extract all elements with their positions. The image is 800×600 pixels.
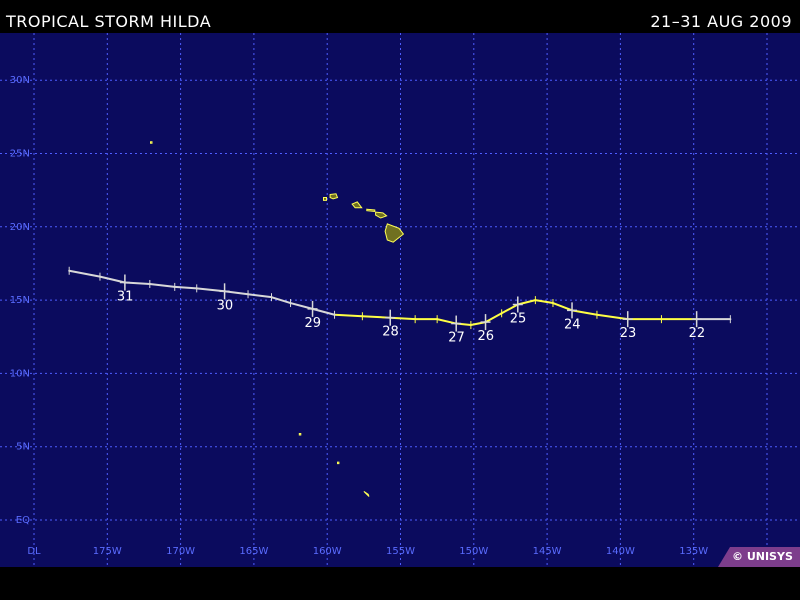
lat-label: 15N (10, 295, 30, 306)
lon-label: 135W (679, 546, 708, 557)
lon-label: 140W (606, 546, 635, 557)
day-label: 28 (382, 325, 399, 340)
island-niihau (323, 197, 327, 201)
lon-label: DL (27, 546, 41, 557)
day-label: 25 (510, 311, 527, 326)
day-label: 26 (478, 329, 495, 344)
lat-label: EQ (16, 515, 30, 526)
day-label: 30 (217, 298, 234, 313)
island-kauai (329, 193, 339, 200)
day-label: 31 (117, 290, 134, 305)
day-label: 29 (305, 316, 322, 331)
day-label: 24 (564, 317, 581, 332)
map-panel: 30N 25N 20N 15N 10N 5N EQ DL 175W 170W 165W 160W 155… (0, 33, 800, 567)
lon-label: 150W (459, 546, 488, 557)
island-molokai (366, 208, 376, 212)
lon-label: 175W (93, 546, 122, 557)
lat-label: 5N (16, 442, 30, 453)
day-label: 22 (689, 326, 706, 341)
lon-label: 155W (386, 546, 415, 557)
island-islet-a (150, 141, 153, 144)
unisys-credit: © UNISYS (718, 547, 800, 567)
island-islet-c (337, 461, 340, 465)
day-label: 27 (448, 331, 465, 346)
lat-label: 25N (10, 149, 30, 160)
day-label: 23 (620, 326, 637, 341)
lon-label: 145W (533, 546, 562, 557)
lon-label: 170W (166, 546, 195, 557)
lon-label: 165W (239, 546, 268, 557)
island-islet-b (298, 433, 302, 436)
lon-label: 160W (313, 546, 342, 557)
header-bar: TROPICAL STORM HILDA 21–31 AUG 2009 (0, 0, 800, 33)
lat-label: 10N (10, 368, 30, 379)
footer-bar (0, 567, 800, 600)
storm-track-map: 30N 25N 20N 15N 10N 5N EQ DL 175W 170W 165W 160W 155… (0, 33, 800, 567)
date-range: 21–31 AUG 2009 (650, 12, 792, 31)
storm-title: TROPICAL STORM HILDA (6, 12, 212, 31)
lat-label: 30N (10, 75, 30, 86)
lat-label: 20N (10, 222, 30, 233)
